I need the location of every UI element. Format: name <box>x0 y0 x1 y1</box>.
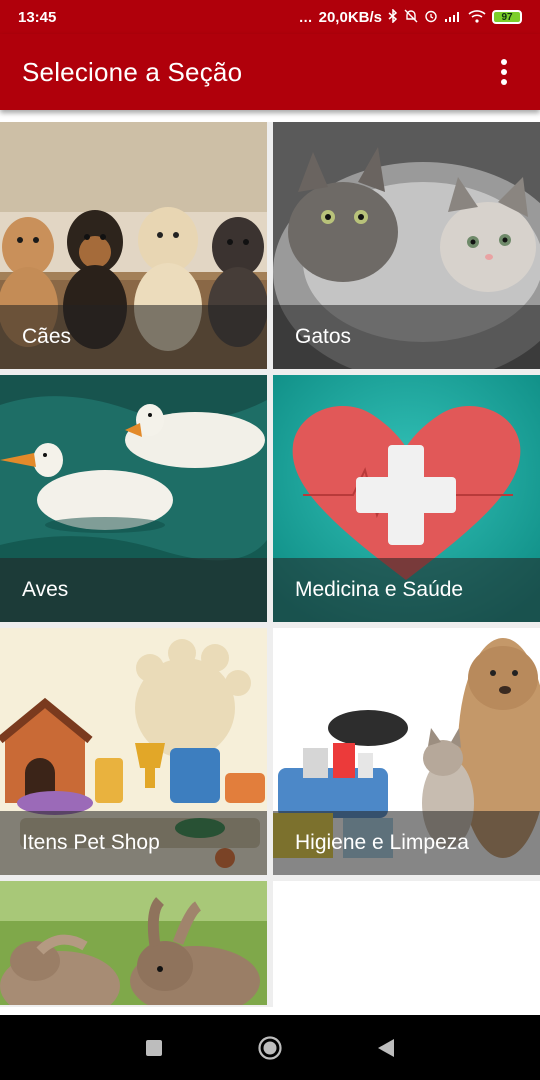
rabbits-image <box>0 881 267 1005</box>
section-tile-medicina-saude[interactable]: Medicina e Saúde <box>273 375 540 622</box>
navigation-bar <box>0 1015 540 1080</box>
dots-icon: … <box>298 9 313 25</box>
status-bar: 13:45 … 20,0KB/s 97 <box>0 0 540 34</box>
bluetooth-icon <box>388 8 398 25</box>
section-label: Gatos <box>273 305 540 369</box>
status-time: 13:45 <box>18 8 57 26</box>
recents-square-icon[interactable] <box>138 1032 170 1064</box>
section-tile-gatos[interactable]: Gatos <box>273 122 540 369</box>
page-title: Selecione a Seção <box>22 56 243 87</box>
section-tile-caes[interactable]: Cães <box>0 122 267 369</box>
section-grid: Cães Gatos Aves Medicina e Saúde Itens P… <box>0 122 540 1007</box>
status-icons: … 20,0KB/s 97 <box>298 8 522 26</box>
section-label: Itens Pet Shop <box>0 811 267 875</box>
home-circle-icon[interactable] <box>254 1032 286 1064</box>
mute-icon <box>404 9 418 25</box>
signal-icon <box>444 10 462 24</box>
app-bar: Selecione a Seção <box>0 34 540 110</box>
network-speed: 20,0KB/s <box>318 8 382 26</box>
alarm-icon <box>424 9 438 25</box>
section-tile-higiene-limpeza[interactable]: Higiene e Limpeza <box>273 628 540 875</box>
section-label: Higiene e Limpeza <box>273 811 540 875</box>
empty-grid-cell <box>273 881 540 1007</box>
section-tile-itens-pet-shop[interactable]: Itens Pet Shop <box>0 628 267 875</box>
back-triangle-icon[interactable] <box>370 1032 402 1064</box>
section-label: Aves <box>0 558 267 622</box>
wifi-icon <box>468 9 486 25</box>
section-tile-aves[interactable]: Aves <box>0 375 267 622</box>
more-vert-icon[interactable] <box>490 52 518 92</box>
section-label: Medicina e Saúde <box>273 558 540 622</box>
battery-icon: 97 <box>492 10 522 24</box>
section-tile-rabbits[interactable] <box>0 881 267 1005</box>
section-label: Cães <box>0 305 267 369</box>
